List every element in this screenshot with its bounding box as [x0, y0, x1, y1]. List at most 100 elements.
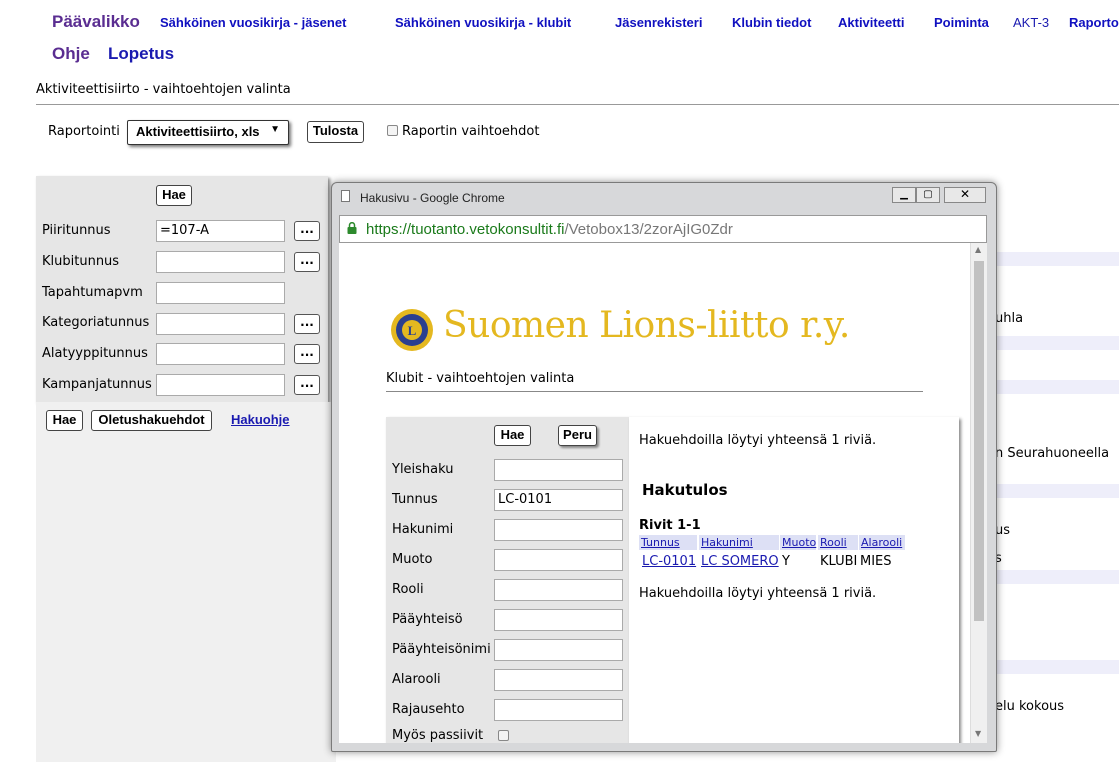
- search-button-bottom[interactable]: Hae: [46, 410, 83, 431]
- alatyyppitunnus-input[interactable]: [156, 343, 285, 365]
- filter-label-alatyyppitunnus: Alatyyppitunnus: [42, 346, 148, 361]
- url-text: https://tuotanto.vetokonsultit.fi/Vetobo…: [366, 221, 733, 238]
- label-tunnus: Tunnus: [392, 492, 438, 507]
- row-stripe: [995, 380, 1119, 394]
- maximize-icon[interactable]: ▢: [916, 187, 940, 203]
- result-rooli: KLUBI: [820, 554, 858, 569]
- paayhteiso-input[interactable]: [494, 609, 623, 631]
- nav-jasenrekisteri[interactable]: Jäsenrekisteri: [615, 15, 702, 30]
- filter-label-kampanjatunnus: Kampanjatunnus: [42, 377, 152, 392]
- lions-logo: L: [389, 307, 435, 357]
- club-search-panel: Hae Peru Yleishaku Tunnus LC-0101 Hakuni…: [386, 417, 629, 743]
- nav-vuosikirja-jasenet[interactable]: Sähköinen vuosikirja - jäsenet: [160, 15, 346, 30]
- svg-text:L: L: [408, 323, 417, 338]
- row-stripe: [995, 484, 1119, 498]
- row-stripe: [995, 570, 1119, 584]
- lock-icon: [347, 221, 357, 234]
- filter-label-tapahtumapvm: Tapahtumapvm: [42, 285, 143, 300]
- row-stripe: [995, 660, 1119, 674]
- filter-label-kategoriatunnus: Kategoriatunnus: [42, 315, 150, 330]
- muoto-input[interactable]: [494, 549, 623, 571]
- alarooli-input[interactable]: [494, 669, 623, 691]
- popup-window: Hakusivu - Google Chrome ▁ ▢ ✕ https://t…: [331, 182, 997, 752]
- filter-label-piiritunnus: Piiritunnus: [42, 223, 111, 238]
- column-header-alarooli[interactable]: Alarooli: [859, 535, 905, 550]
- nav-poiminta[interactable]: Poiminta: [934, 15, 989, 30]
- column-header-rooli[interactable]: Rooli: [818, 535, 858, 550]
- filter-label-klubitunnus: Klubitunnus: [42, 254, 120, 269]
- url-host: https://tuotanto.vetokonsultit.fi: [366, 221, 565, 238]
- nav-raportoi[interactable]: Raportoi: [1069, 15, 1119, 30]
- background-row-text: elu kokous: [995, 699, 1065, 714]
- column-header-hakunimi[interactable]: Hakunimi: [699, 535, 779, 550]
- search-button-top[interactable]: Hae: [156, 185, 192, 206]
- background-row-text: us: [995, 523, 1011, 538]
- result-heading: Hakutulos: [642, 481, 728, 499]
- print-button[interactable]: Tulosta: [307, 121, 364, 143]
- paayhteisonimi-input[interactable]: [494, 639, 623, 661]
- result-summary-bottom: Hakuehdoilla löytyi yhteensä 1 riviä.: [639, 586, 877, 601]
- column-header-tunnus[interactable]: Tunnus: [639, 535, 697, 550]
- nav-aktiviteetti[interactable]: Aktiviteetti: [838, 15, 904, 30]
- label-muoto: Muoto: [392, 552, 433, 567]
- passive-checkbox[interactable]: [498, 730, 509, 741]
- kampanjatunnus-lookup-button[interactable]: ...: [294, 375, 320, 395]
- nav-paavalikko[interactable]: Päävalikko: [52, 12, 140, 32]
- hakunimi-input[interactable]: [494, 519, 623, 541]
- popup-scrollbar[interactable]: ▲ ▼: [970, 243, 987, 743]
- result-hakunimi-link[interactable]: LC SOMERO: [701, 554, 779, 569]
- url-path: /Vetobox13/2zorAjIG0Zdr: [564, 221, 733, 238]
- rooli-input[interactable]: [494, 579, 623, 601]
- rajausehto-input[interactable]: [494, 699, 623, 721]
- tunnus-input[interactable]: LC-0101: [494, 489, 623, 511]
- title-divider: [36, 104, 1119, 105]
- report-select-value: Aktiviteettisiirto, xls: [136, 124, 260, 139]
- klubitunnus-input[interactable]: [156, 251, 285, 273]
- nav-klubin-tiedot[interactable]: Klubin tiedot: [732, 15, 811, 30]
- yleishaku-input[interactable]: [494, 459, 623, 481]
- label-hakunimi: Hakunimi: [392, 522, 454, 537]
- scroll-down-icon[interactable]: ▼: [975, 729, 981, 738]
- close-icon[interactable]: ✕: [944, 187, 986, 203]
- kategoriatunnus-lookup-button[interactable]: ...: [294, 314, 320, 334]
- nav-akt3[interactable]: AKT-3: [1013, 15, 1049, 30]
- result-tunnus-link[interactable]: LC-0101: [642, 554, 696, 569]
- nav-vuosikirja-klubit[interactable]: Sähköinen vuosikirja - klubit: [395, 15, 571, 30]
- piiritunnus-lookup-button[interactable]: ...: [294, 221, 320, 241]
- report-options-label: Raportin vaihtoehdot: [402, 124, 540, 139]
- scroll-thumb[interactable]: [974, 261, 984, 621]
- tapahtumapvm-input[interactable]: [156, 282, 285, 304]
- kampanjatunnus-input[interactable]: [156, 374, 285, 396]
- report-options-checkbox[interactable]: [387, 125, 398, 136]
- result-alarooli: MIES: [860, 554, 892, 569]
- column-header-muoto[interactable]: Muoto: [780, 535, 816, 550]
- brand-title: Suomen Lions-liitto r.y.: [443, 305, 850, 346]
- filter-panel: Hae Piiritunnus =107-A ... Klubitunnus .…: [36, 176, 328, 402]
- label-rajausehto: Rajausehto: [392, 702, 465, 717]
- report-select[interactable]: Aktiviteettisiirto, xls ▼: [127, 120, 289, 145]
- search-help-link[interactable]: Hakuohje: [231, 412, 290, 427]
- label-passive: Myös passiivit: [392, 728, 484, 743]
- alatyyppitunnus-lookup-button[interactable]: ...: [294, 344, 320, 364]
- popup-title-divider: [386, 391, 923, 392]
- background-row-text: n Seurahuoneella: [995, 446, 1110, 461]
- klubitunnus-lookup-button[interactable]: ...: [294, 252, 320, 272]
- piiritunnus-input[interactable]: =107-A: [156, 220, 285, 242]
- result-muoto: Y: [782, 554, 790, 569]
- row-stripe: [995, 252, 1119, 266]
- club-search-button[interactable]: Hae: [494, 425, 531, 446]
- scroll-up-icon[interactable]: ▲: [975, 245, 981, 254]
- row-stripe: [995, 336, 1119, 350]
- cancel-button[interactable]: Peru: [558, 425, 597, 446]
- kategoriatunnus-input[interactable]: [156, 313, 285, 335]
- nav-ohje[interactable]: Ohje: [52, 44, 90, 64]
- nav-lopetus[interactable]: Lopetus: [108, 44, 174, 64]
- top-navigation: Päävalikko Sähköinen vuosikirja - jäsene…: [0, 0, 1119, 70]
- result-summary: Hakuehdoilla löytyi yhteensä 1 riviä.: [639, 433, 877, 448]
- result-rows-label: Rivit 1-1: [639, 518, 701, 533]
- label-yleishaku: Yleishaku: [392, 462, 454, 477]
- default-filters-button[interactable]: Oletushakuehdot: [91, 410, 212, 431]
- address-bar[interactable]: https://tuotanto.vetokonsultit.fi/Vetobo…: [339, 215, 987, 243]
- minimize-icon[interactable]: ▁: [892, 187, 916, 203]
- background-result-list: uhla n Seurahuoneella us s elu kokous: [995, 240, 1119, 762]
